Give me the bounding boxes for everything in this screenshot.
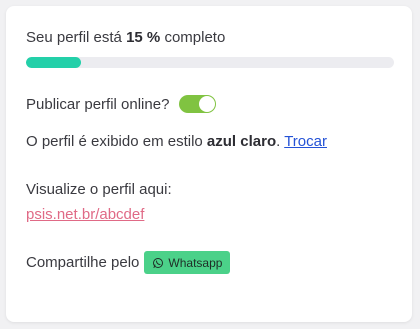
publish-label: Publicar perfil online? bbox=[26, 95, 170, 113]
whatsapp-icon bbox=[153, 257, 164, 268]
change-style-link[interactable]: Trocar bbox=[284, 133, 327, 150]
profile-link[interactable]: psis.net.br/abcdef bbox=[26, 206, 144, 223]
completion-progress-fill bbox=[26, 57, 82, 68]
whatsapp-share-button[interactable]: Whatsapp bbox=[144, 251, 231, 274]
completion-prefix: Seu perfil está bbox=[26, 29, 122, 46]
completion-progress-bar bbox=[26, 57, 394, 68]
profile-card: Seu perfil está 15 % completo Publicar p… bbox=[6, 6, 412, 322]
share-label: Compartilhe pelo bbox=[26, 254, 140, 271]
style-suffix: . bbox=[276, 133, 281, 150]
style-prefix: O perfil é exibido em estilo bbox=[26, 133, 203, 150]
completion-suffix: completo bbox=[164, 29, 226, 46]
toggle-knob bbox=[199, 96, 216, 112]
completion-value: 15 % bbox=[126, 29, 161, 46]
whatsapp-button-label: Whatsapp bbox=[168, 255, 223, 270]
style-row: O perfil é exibido em estilo azul claro.… bbox=[26, 133, 327, 150]
publish-row: Publicar perfil online? bbox=[26, 95, 217, 113]
publish-toggle[interactable] bbox=[179, 95, 217, 113]
visual-label: Visualize o perfil aqui: bbox=[26, 181, 172, 198]
completion-text: Seu perfil está 15 % completo bbox=[26, 29, 225, 46]
style-value: azul claro bbox=[206, 133, 277, 150]
share-row: Compartilhe pelo Whatsapp bbox=[26, 251, 231, 274]
